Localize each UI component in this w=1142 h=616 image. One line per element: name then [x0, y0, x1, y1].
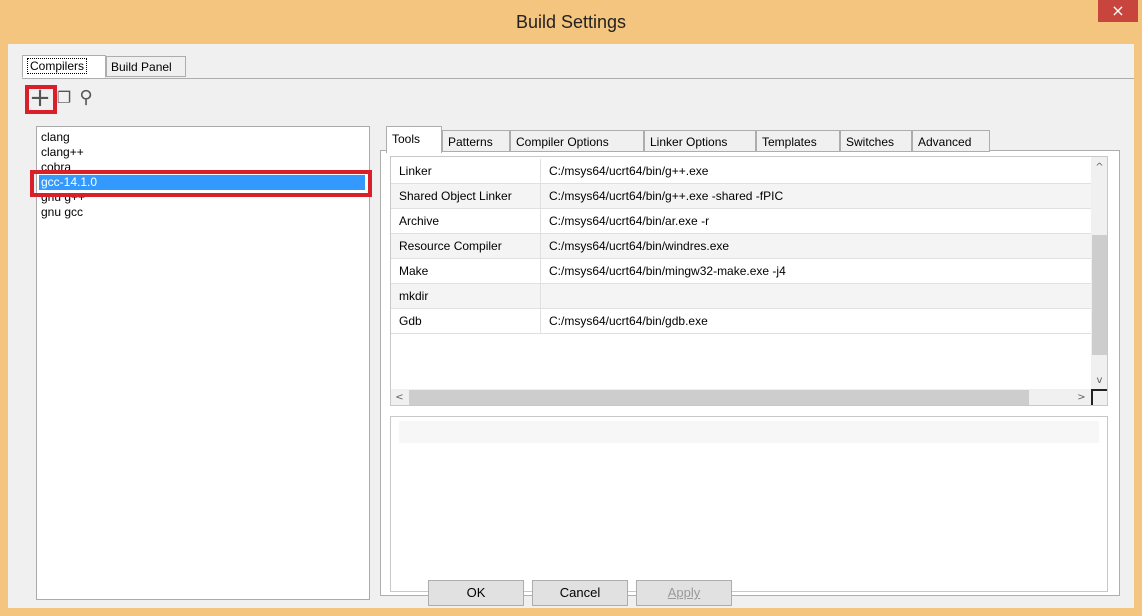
table-row[interactable]: Resource Compiler C:/msys64/ucrt64/bin/w…: [391, 234, 1091, 259]
tool-name: Shared Object Linker: [391, 184, 541, 208]
cancel-button[interactable]: Cancel: [532, 580, 628, 606]
tool-value[interactable]: C:/msys64/ucrt64/bin/mingw32-make.exe -j…: [541, 259, 786, 283]
scroll-down-icon[interactable]: v: [1091, 372, 1107, 389]
search-icon[interactable]: ⚲: [74, 86, 98, 110]
tab-compilers[interactable]: Compilers: [22, 55, 106, 78]
close-icon: ×: [1111, 1, 1125, 20]
build-settings-window: Build Settings × Compilers Build Panel +…: [0, 0, 1142, 616]
tool-name: Resource Compiler: [391, 234, 541, 258]
tool-value[interactable]: C:/msys64/ucrt64/bin/g++.exe -shared -fP…: [541, 184, 783, 208]
apply-button[interactable]: Apply: [636, 580, 732, 606]
tool-name: Gdb: [391, 309, 541, 333]
horizontal-scrollbar[interactable]: < >: [391, 389, 1091, 405]
dialog-client: Compilers Build Panel + ❐ ⚲ clang clang+…: [8, 44, 1134, 608]
tab-build-panel[interactable]: Build Panel: [106, 56, 186, 77]
table-row[interactable]: Shared Object Linker C:/msys64/ucrt64/bi…: [391, 184, 1091, 209]
description-line: [399, 421, 1099, 443]
compiler-item-clang-plus[interactable]: clang++: [39, 145, 84, 160]
scroll-left-icon[interactable]: <: [391, 389, 408, 405]
table-row[interactable]: Linker C:/msys64/ucrt64/bin/g++.exe: [391, 159, 1091, 184]
table-row[interactable]: Make C:/msys64/ucrt64/bin/mingw32-make.e…: [391, 259, 1091, 284]
close-button[interactable]: ×: [1098, 0, 1138, 22]
vertical-scroll-thumb[interactable]: [1092, 235, 1107, 355]
tool-name: Archive: [391, 209, 541, 233]
tab-tools[interactable]: Tools: [386, 126, 442, 153]
scroll-right-icon[interactable]: >: [1073, 389, 1090, 405]
tab-compiler-options[interactable]: Compiler Options: [510, 130, 644, 152]
tab-advanced[interactable]: Advanced: [912, 130, 990, 152]
description-box: [390, 416, 1108, 592]
resize-corner: [1091, 389, 1107, 405]
tab-linker-options[interactable]: Linker Options: [644, 130, 756, 152]
horizontal-scroll-thumb[interactable]: [409, 390, 1029, 405]
compiler-item-gnu-gcc[interactable]: gnu gcc: [39, 205, 83, 220]
tools-grid: Linker C:/msys64/ucrt64/bin/g++.exe Shar…: [390, 156, 1108, 406]
table-row[interactable]: Archive C:/msys64/ucrt64/bin/ar.exe -r: [391, 209, 1091, 234]
tool-value[interactable]: C:/msys64/ucrt64/bin/windres.exe: [541, 234, 729, 258]
ok-button[interactable]: OK: [428, 580, 524, 606]
tab-templates[interactable]: Templates: [756, 130, 840, 152]
tab-patterns[interactable]: Patterns: [442, 130, 510, 152]
compiler-item-clang[interactable]: clang: [39, 130, 70, 145]
tool-value[interactable]: C:/msys64/ucrt64/bin/gdb.exe: [541, 309, 708, 333]
window-title: Build Settings: [515, 12, 627, 32]
selected-compiler-highlight: [30, 170, 372, 197]
tool-name: Linker: [391, 159, 541, 183]
table-row[interactable]: mkdir: [391, 284, 1091, 309]
scroll-up-icon[interactable]: ^: [1091, 159, 1107, 176]
tab-switches[interactable]: Switches: [840, 130, 912, 152]
add-icon-highlight: [25, 85, 57, 114]
title-bar: Build Settings ×: [0, 0, 1142, 44]
table-row[interactable]: Gdb C:/msys64/ucrt64/bin/gdb.exe: [391, 309, 1091, 334]
compiler-list[interactable]: clang clang++ cobra gcc-14.1.0 gnu g++ g…: [36, 126, 370, 600]
tool-value[interactable]: C:/msys64/ucrt64/bin/g++.exe: [541, 159, 708, 183]
tool-name: mkdir: [391, 284, 541, 308]
tool-name: Make: [391, 259, 541, 283]
tool-value[interactable]: C:/msys64/ucrt64/bin/ar.exe -r: [541, 209, 709, 233]
vertical-scrollbar[interactable]: ^ v: [1091, 157, 1107, 389]
